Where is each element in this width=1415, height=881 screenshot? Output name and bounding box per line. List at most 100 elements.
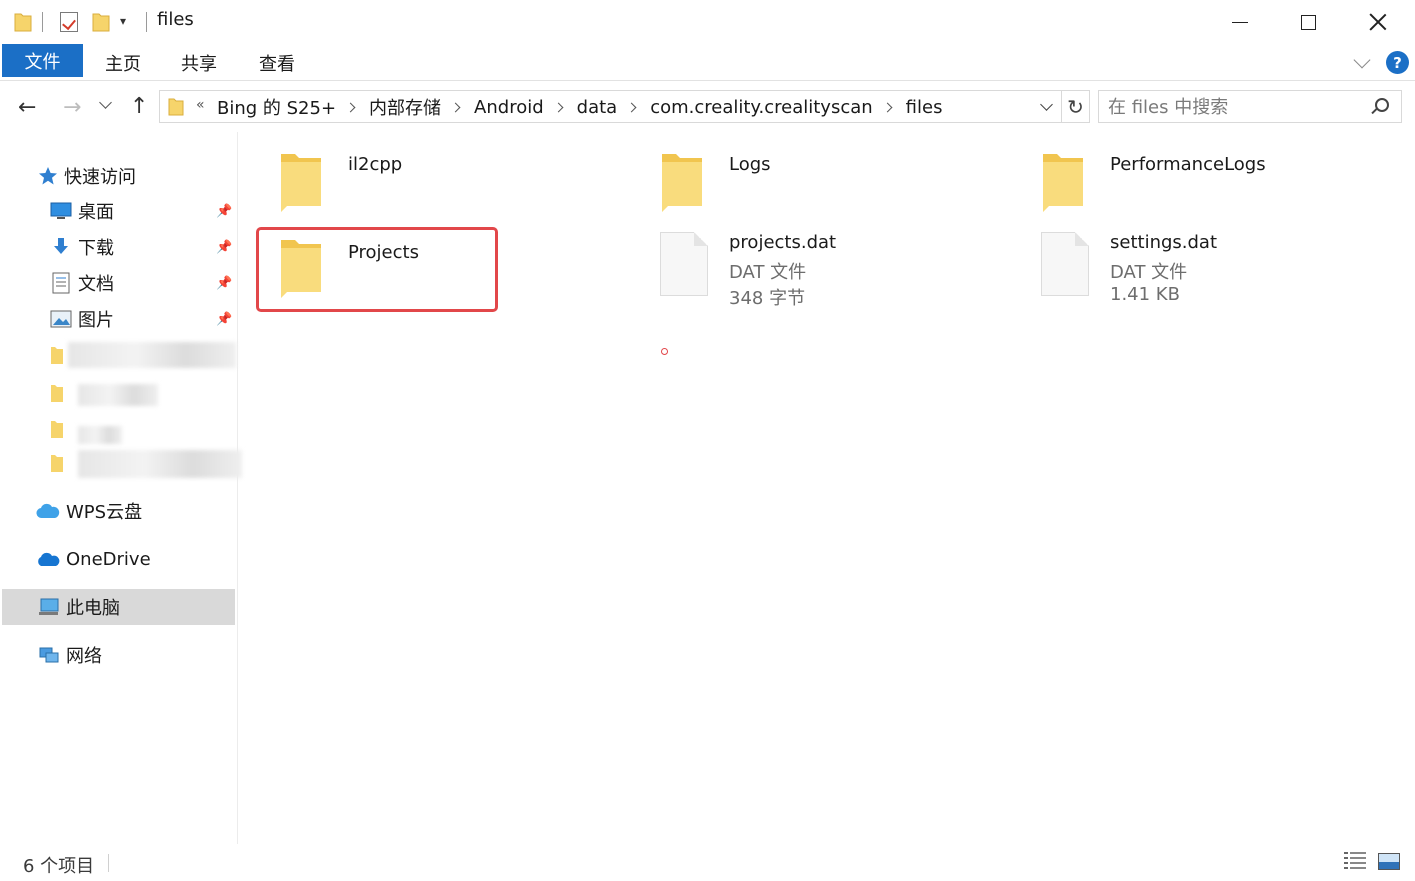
sidebar-item-redacted[interactable]: [50, 376, 170, 410]
expand-ribbon-icon[interactable]: [1353, 51, 1371, 69]
document-icon: [52, 272, 70, 294]
pin-icon[interactable]: 📌: [216, 204, 232, 219]
file-name: Logs: [729, 154, 771, 175]
tab-file[interactable]: 文件: [2, 44, 83, 77]
sidebar-item-redacted[interactable]: [50, 446, 246, 480]
search-box[interactable]: [1098, 90, 1402, 123]
maximize-button[interactable]: [1273, 0, 1343, 44]
pin-icon[interactable]: 📌: [216, 312, 232, 327]
chevron-right-icon[interactable]: [345, 102, 356, 112]
download-icon: [54, 238, 68, 254]
minimize-icon: [1232, 21, 1248, 23]
sidebar-item-label: 此电脑: [66, 598, 120, 619]
pin-icon[interactable]: 📌: [216, 276, 232, 291]
breadcrumb-item[interactable]: com.creality.crealityscan: [648, 97, 874, 118]
list-item-folder-il2cpp[interactable]: il2cpp: [279, 150, 609, 230]
address-bar[interactable]: « Bing 的 S25+ 内部存储 Android data com.crea…: [159, 90, 1062, 123]
item-count: 6 个项目: [23, 856, 95, 877]
file-type: DAT 文件: [729, 262, 807, 283]
ribbon: 文件 主页 共享 查看 ?: [0, 44, 1415, 81]
breadcrumb-item[interactable]: data: [575, 97, 620, 118]
file-name: settings.dat: [1110, 232, 1218, 253]
list-item-folder-logs[interactable]: Logs: [660, 150, 990, 230]
file-icon: [1041, 232, 1089, 296]
sidebar-item-label: 快速访问: [64, 167, 136, 188]
chevron-right-icon[interactable]: [450, 102, 461, 112]
search-input[interactable]: [1108, 95, 1358, 119]
file-type: DAT 文件: [1110, 262, 1188, 283]
tab-share[interactable]: 共享: [181, 50, 217, 76]
cursor-marker: [661, 348, 668, 355]
status-bar: 6 个项目: [0, 844, 1415, 881]
sidebar-item-label: 下载: [78, 238, 114, 259]
navigation-bar: ← → ↑ « Bing 的 S25+ 内部存储 Android data co…: [0, 82, 1415, 132]
redacted-label: [78, 384, 158, 406]
file-size: 1.41 KB: [1110, 284, 1180, 305]
redacted-label: [68, 342, 236, 368]
sidebar-item-downloads[interactable]: 下载: [50, 230, 114, 264]
chevron-right-icon[interactable]: [626, 102, 637, 112]
recent-locations-icon[interactable]: [99, 96, 112, 109]
breadcrumb-overflow[interactable]: «: [196, 97, 205, 113]
file-list: il2cpp Logs PerformanceLogs Projects pro…: [239, 132, 1415, 844]
chevron-right-icon[interactable]: [882, 102, 893, 112]
sidebar-item-redacted[interactable]: [50, 412, 140, 446]
refresh-button[interactable]: ↻: [1062, 90, 1090, 123]
folder-icon: [168, 98, 184, 116]
onedrive-icon: [38, 552, 60, 566]
forward-button[interactable]: →: [63, 95, 81, 120]
divider: [146, 12, 147, 32]
file-size: 348 字节: [729, 288, 806, 309]
new-folder-icon[interactable]: [92, 12, 110, 32]
breadcrumb-item[interactable]: Bing 的 S25+: [215, 94, 338, 120]
breadcrumb-item[interactable]: Android: [472, 97, 546, 118]
folder-icon: [51, 455, 63, 472]
file-name: projects.dat: [729, 232, 837, 253]
close-icon: [1369, 13, 1387, 31]
sidebar-item-label: 文档: [78, 274, 114, 295]
breadcrumb-item[interactable]: 内部存储: [367, 94, 443, 120]
up-button[interactable]: ↑: [130, 94, 148, 119]
list-item-file-settings-dat[interactable]: settings.dat DAT 文件 1.41 KB: [1041, 232, 1371, 312]
tab-home[interactable]: 主页: [105, 50, 141, 76]
sidebar-item-wps-cloud[interactable]: WPS云盘: [36, 494, 142, 528]
sidebar-item-pictures[interactable]: 图片: [50, 302, 114, 336]
tab-view[interactable]: 查看: [259, 50, 295, 76]
properties-icon[interactable]: [60, 12, 78, 32]
chevron-down-icon[interactable]: [1040, 98, 1053, 111]
breadcrumb: Bing 的 S25+ 内部存储 Android data com.creali…: [215, 94, 944, 120]
file-icon: [660, 232, 708, 296]
search-icon[interactable]: [1375, 98, 1389, 112]
help-icon[interactable]: ?: [1386, 51, 1409, 74]
sidebar-item-this-pc[interactable]: 此电脑: [38, 590, 120, 624]
sidebar-item-onedrive[interactable]: OneDrive: [36, 542, 151, 576]
folder-icon: [281, 154, 321, 212]
file-name: il2cpp: [348, 154, 403, 175]
sidebar-item-label: WPS云盘: [66, 502, 143, 523]
redacted-label: [78, 450, 242, 478]
details-view-icon[interactable]: [1344, 852, 1366, 870]
minimize-button[interactable]: [1205, 0, 1275, 44]
sidebar-item-quick-access[interactable]: 快速访问: [38, 159, 136, 193]
breadcrumb-item[interactable]: files: [904, 97, 945, 118]
folder-icon: [51, 421, 63, 438]
sidebar-item-network[interactable]: 网络: [38, 638, 102, 672]
chevron-right-icon[interactable]: [553, 102, 564, 112]
sidebar-item-label: 桌面: [78, 202, 114, 223]
list-item-folder-performancelogs[interactable]: PerformanceLogs: [1041, 150, 1371, 230]
sidebar-item-desktop[interactable]: 桌面: [50, 194, 114, 228]
sidebar-item-documents[interactable]: 文档: [50, 266, 114, 300]
file-name: PerformanceLogs: [1110, 154, 1266, 175]
back-button[interactable]: ←: [18, 95, 36, 120]
folder-icon: [662, 154, 702, 212]
sidebar-item-label: 网络: [66, 646, 102, 667]
divider: [42, 12, 43, 32]
sidebar-item-redacted[interactable]: [50, 338, 240, 372]
pin-icon[interactable]: 📌: [216, 240, 232, 255]
quick-access-dropdown[interactable]: ▾: [120, 14, 126, 28]
list-item-file-projects-dat[interactable]: projects.dat DAT 文件 348 字节: [660, 232, 990, 312]
close-button[interactable]: [1343, 0, 1413, 44]
navigation-pane: 快速访问 桌面 📌 下载 📌 文档 📌 图片 📌 WPS云盘 OneDrive …: [0, 132, 242, 844]
pictures-icon: [50, 310, 72, 328]
large-icons-view-icon[interactable]: [1378, 853, 1400, 870]
